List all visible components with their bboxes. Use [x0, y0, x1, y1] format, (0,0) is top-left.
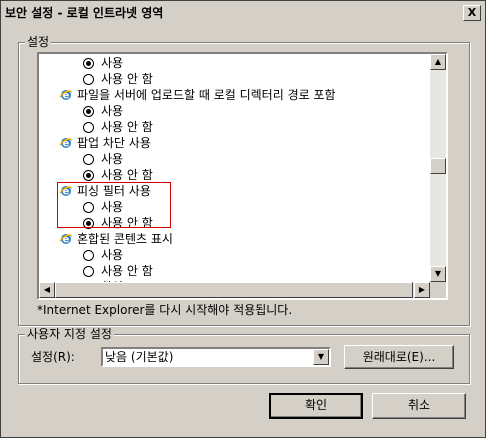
- scroll-right-button[interactable]: ▶: [414, 282, 430, 298]
- ok-button[interactable]: 확인: [269, 393, 363, 419]
- settings-group-legend: 설정: [25, 35, 52, 49]
- setting-option-label: 사용 안 함: [101, 72, 153, 86]
- reset-button[interactable]: 원래대로(E)...: [344, 345, 454, 369]
- window-title: 보안 설정 - 로컬 인트라넷 영역: [5, 6, 164, 20]
- scroll-corner: [430, 282, 446, 298]
- ie-settings-icon: e: [59, 136, 73, 150]
- vertical-scroll-thumb[interactable]: [430, 158, 446, 174]
- setting-option-label: 사용: [101, 248, 124, 262]
- close-button[interactable]: X: [463, 5, 481, 21]
- setting-option-label: 사용: [101, 56, 124, 70]
- setting-header-label: 파일을 서버에 업로드할 때 로컬 디렉터리 경로 포함: [77, 88, 336, 102]
- radio-button[interactable]: [83, 250, 94, 261]
- radio-button[interactable]: [83, 106, 94, 117]
- radio-button[interactable]: [83, 74, 94, 85]
- setting-option-label: 사용 안 함: [101, 120, 153, 134]
- setting-option-label: 사용: [101, 152, 124, 166]
- horizontal-scrollbar[interactable]: ◀ ▶: [39, 282, 430, 298]
- horizontal-scroll-thumb[interactable]: [55, 282, 413, 298]
- settings-listbox[interactable]: 사용 사용 안 함 e 파일을 서버에 업로드할 때 로컬 디렉터리 경로 포함 사용 사…: [37, 52, 448, 300]
- restart-note: *Internet Explorer를 다시 시작해야 적용됩니다.: [37, 303, 293, 317]
- vertical-scrollbar[interactable]: ▲ ▼: [430, 54, 446, 282]
- radio-button[interactable]: [83, 122, 94, 133]
- settings-list: 사용 사용 안 함 e 파일을 서버에 업로드할 때 로컬 디렉터리 경로 포함 사용 사…: [39, 54, 430, 282]
- setting-option[interactable]: 사용: [83, 103, 123, 119]
- setting-option-label: 사용 안 함: [101, 264, 153, 278]
- ie-settings-icon: e: [59, 88, 73, 102]
- ie-settings-icon: e: [59, 232, 73, 246]
- cancel-button[interactable]: 취소: [372, 393, 466, 419]
- radio-button[interactable]: [83, 266, 94, 277]
- reset-level-value: 낮음 (기본값): [105, 350, 174, 364]
- radio-button[interactable]: [83, 170, 94, 181]
- radio-button[interactable]: [83, 154, 94, 165]
- setting-option[interactable]: 사용 안 함: [83, 263, 153, 279]
- reset-level-select[interactable]: 낮음 (기본값) ▼: [101, 347, 331, 367]
- setting-option[interactable]: 사용 안 함: [83, 119, 153, 135]
- custom-settings-legend: 사용자 지정 설정: [25, 327, 114, 341]
- chevron-down-icon[interactable]: ▼: [313, 349, 329, 365]
- setting-option[interactable]: 사용 안 함: [83, 71, 153, 87]
- setting-option-label: 사용 안 함: [101, 168, 153, 182]
- setting-header[interactable]: e 혼합된 콘텐츠 표시: [59, 231, 173, 247]
- setting-header[interactable]: e 팝업 차단 사용: [59, 135, 151, 151]
- scroll-up-button[interactable]: ▲: [430, 54, 446, 70]
- setting-option[interactable]: 사용 안 함: [83, 167, 153, 183]
- setting-header[interactable]: e 파일을 서버에 업로드할 때 로컬 디렉터리 경로 포함: [59, 87, 336, 103]
- setting-option[interactable]: 사용: [83, 247, 123, 263]
- scroll-down-button[interactable]: ▼: [430, 266, 446, 282]
- setting-option[interactable]: 사용: [83, 151, 123, 167]
- scroll-left-button[interactable]: ◀: [39, 282, 55, 298]
- security-settings-dialog: 보안 설정 - 로컬 인트라넷 영역 X 설정 사용 사용 안 함 e 파일을 서버에…: [0, 0, 486, 438]
- setting-header-label: 팝업 차단 사용: [77, 136, 151, 150]
- highlight-box: [57, 182, 171, 228]
- setting-option[interactable]: 사용: [83, 55, 123, 71]
- reset-to-label: 설정(R):: [31, 350, 75, 364]
- title-bar: 보안 설정 - 로컬 인트라넷 영역 X: [3, 3, 483, 23]
- setting-header-label: 혼합된 콘텐츠 표시: [77, 232, 173, 246]
- setting-option-label: 사용: [101, 104, 124, 118]
- radio-button[interactable]: [83, 58, 94, 69]
